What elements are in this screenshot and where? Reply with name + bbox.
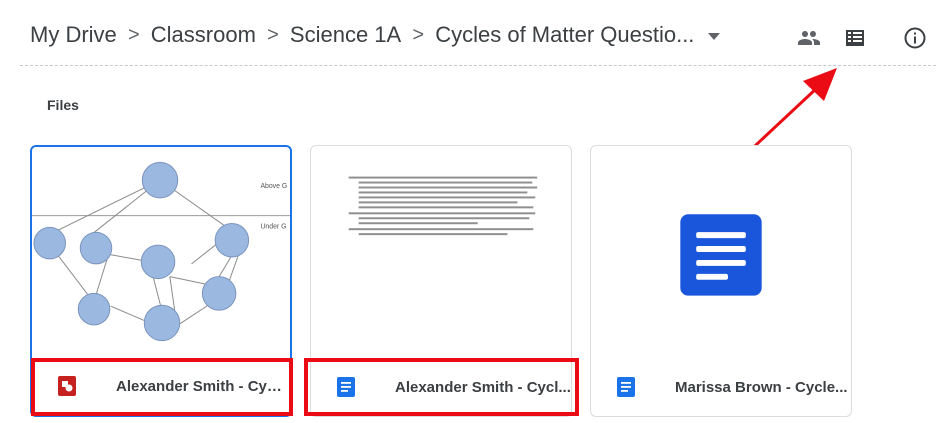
info-icon[interactable] <box>901 24 929 52</box>
docs-file-icon <box>337 377 355 397</box>
file-card-footer: Marissa Brown - Cycle... <box>591 358 851 416</box>
breadcrumb-classroom[interactable]: Classroom <box>151 22 256 48</box>
breadcrumb-current-folder[interactable]: Cycles of Matter Questio... <box>435 22 694 48</box>
file-thumbnail <box>591 146 851 359</box>
file-title: Marissa Brown - Cycle... <box>675 378 848 396</box>
thumbnail-caption-above: Above G <box>260 183 287 190</box>
people-icon[interactable] <box>795 24 823 52</box>
chevron-right-icon: > <box>412 23 425 46</box>
file-card-footer: Alexander Smith - Cycl... <box>311 358 571 416</box>
docs-file-icon <box>617 377 635 397</box>
files-section-label: Files <box>47 97 79 113</box>
breadcrumb: My Drive > Classroom > Science 1A > Cycl… <box>30 22 721 48</box>
file-thumbnail <box>311 146 571 359</box>
thumbnail-caption-under: Under G <box>260 223 286 230</box>
header-divider <box>20 65 936 66</box>
breadcrumb-science-1a[interactable]: Science 1A <box>290 22 401 48</box>
drawing-file-icon <box>58 376 76 396</box>
file-card-footer: Alexander Smith - Cycl... <box>32 357 290 415</box>
folder-menu-dropdown-icon[interactable] <box>708 32 721 40</box>
chevron-right-icon: > <box>267 23 279 46</box>
file-card[interactable]: Above G Under G Alexander Smith - Cycl..… <box>30 145 292 417</box>
file-card[interactable]: Marissa Brown - Cycle... <box>590 145 852 417</box>
list-view-icon[interactable] <box>841 24 869 52</box>
file-title: Alexander Smith - Cycl... <box>116 377 290 395</box>
breadcrumb-my-drive[interactable]: My Drive <box>30 22 117 48</box>
chevron-right-icon: > <box>127 23 140 46</box>
file-card[interactable]: Alexander Smith - Cycl... <box>310 145 572 417</box>
file-title: Alexander Smith - Cycl... <box>395 378 571 396</box>
file-thumbnail: Above G Under G <box>32 147 290 360</box>
header-bar: My Drive > Classroom > Science 1A > Cycl… <box>0 0 939 66</box>
